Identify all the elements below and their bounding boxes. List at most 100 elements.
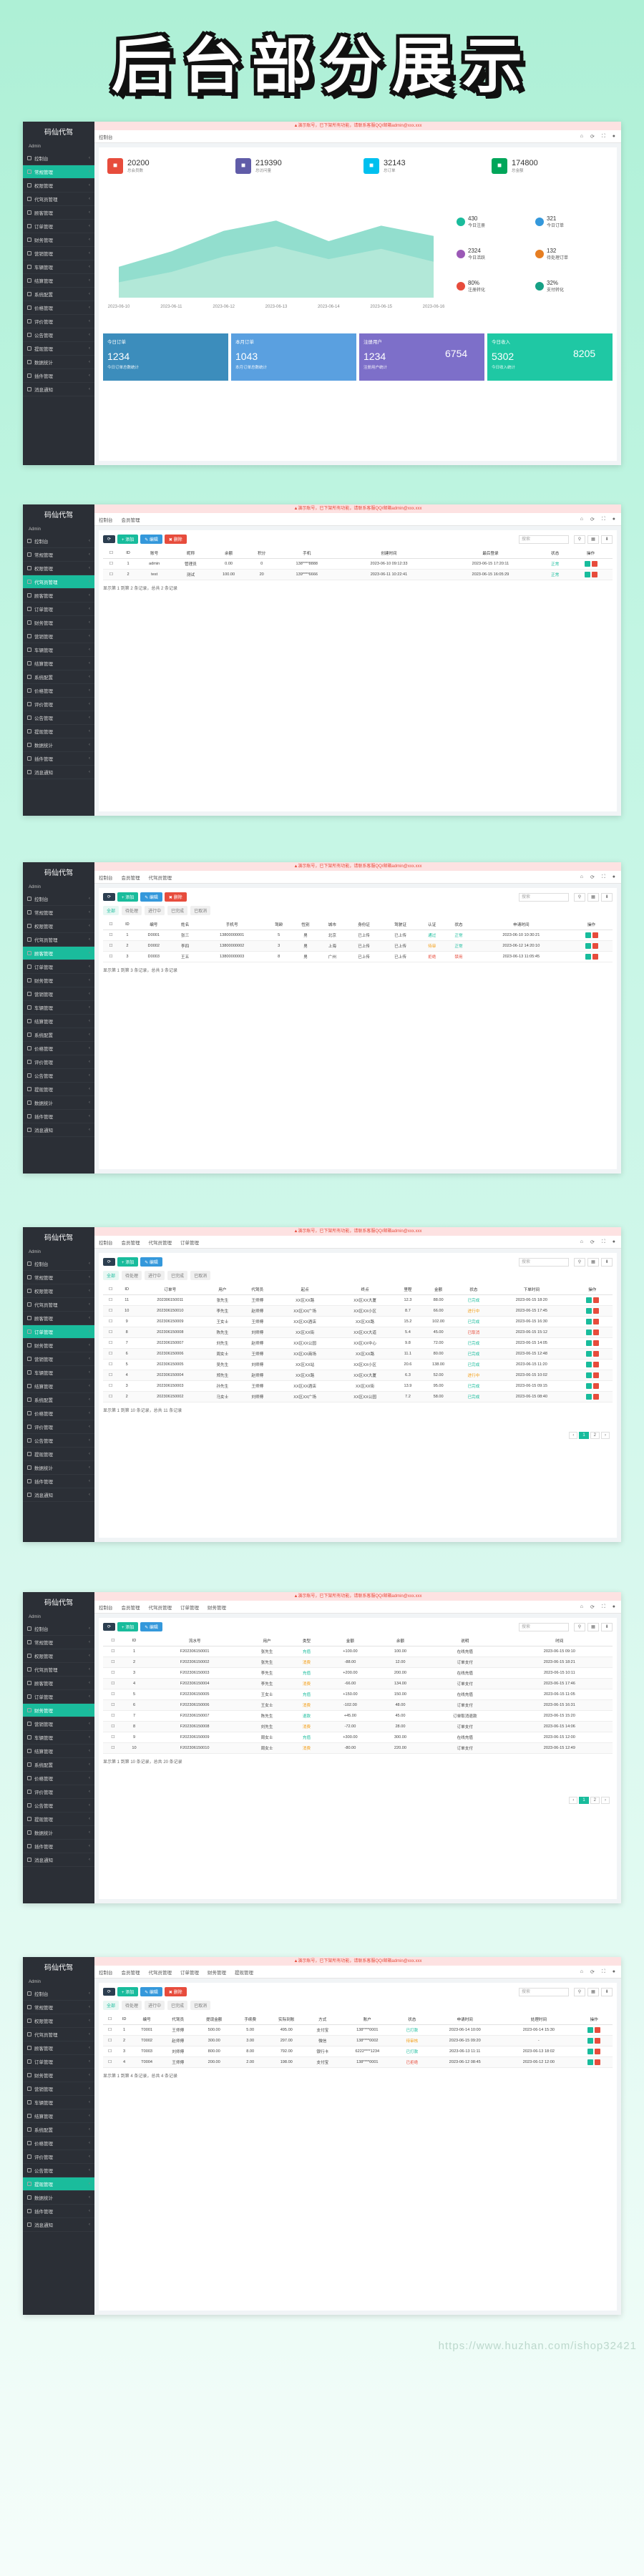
row-checkbox[interactable]: ☐ <box>103 2046 117 2057</box>
sidebar-item-12[interactable]: 评价管理 ‹ <box>23 1420 94 1434</box>
sidebar-item-10[interactable]: 系统配置 ‹ <box>23 1393 94 1407</box>
tab-0[interactable]: 控制台 <box>99 1239 113 1246</box>
sidebar-item-1[interactable]: 常规管理 ‹ <box>23 1636 94 1649</box>
sidebar-item-8[interactable]: 车辆管理 ‹ <box>23 2096 94 2109</box>
add-button[interactable]: + 添加 <box>117 892 139 902</box>
delete-row-button[interactable] <box>591 561 597 567</box>
delete-row-button[interactable] <box>592 943 598 949</box>
row-checkbox[interactable]: ☐ <box>103 1689 123 1700</box>
sidebar-item-12[interactable]: 评价管理 ‹ <box>23 315 94 328</box>
refresh-icon[interactable]: ⟳ <box>590 134 595 140</box>
sidebar-item-15[interactable]: 数据统计 ‹ <box>23 738 94 752</box>
sidebar-item-11[interactable]: 价格管理 ‹ <box>23 301 94 315</box>
sidebar-item-3[interactable]: 代驾员管理 ‹ <box>23 2028 94 2041</box>
avatar[interactable]: ● <box>613 134 615 140</box>
delete-row-button[interactable] <box>595 2059 601 2065</box>
search-icon[interactable]: ⚲ <box>574 1622 585 1631</box>
select-all-checkbox[interactable]: ☐ <box>103 1636 123 1646</box>
sidebar-item-4[interactable]: 顾客管理 ‹ <box>23 1677 94 1690</box>
sidebar-item-3[interactable]: 代驾员管理 ‹ <box>23 933 94 947</box>
search-icon[interactable]: ⚲ <box>574 892 585 902</box>
delete-row-button[interactable] <box>592 1372 599 1378</box>
search-icon[interactable]: ⚲ <box>574 535 585 544</box>
edit-row-button[interactable] <box>587 2027 594 2033</box>
sidebar-item-1[interactable]: 常规管理 ‹ <box>23 548 94 562</box>
edit-row-button[interactable] <box>584 572 590 577</box>
refresh-icon[interactable]: ⟳ <box>590 1604 595 1610</box>
columns-icon[interactable]: ▦ <box>587 535 599 544</box>
sidebar-item-15[interactable]: 数据统计 ‹ <box>23 356 94 369</box>
fullscreen-icon[interactable]: ⛶ <box>602 517 605 522</box>
page-button[interactable]: 1 <box>579 1432 589 1439</box>
row-checkbox[interactable]: ☐ <box>103 1657 123 1668</box>
home-icon[interactable]: ⌂ <box>580 874 583 880</box>
edit-row-button[interactable] <box>585 1319 592 1324</box>
table-row[interactable]: ☐ 5 202306150005 吴先生 刘师傅 XX区XX站 XX区XX小区 20.6 138… <box>103 1359 613 1370</box>
sidebar-item-11[interactable]: 价格管理 ‹ <box>23 1042 94 1055</box>
sidebar-item-12[interactable]: 评价管理 ‹ <box>23 2150 94 2164</box>
sidebar-item-12[interactable]: 评价管理 ‹ <box>23 1785 94 1799</box>
sidebar-item-11[interactable]: 价格管理 ‹ <box>23 1772 94 1785</box>
table-row[interactable]: ☐ 11 202306150011 张先生 王师傅 XX区XX路 XX区XX大厦 12.3 88… <box>103 1294 613 1306</box>
sidebar-item-6[interactable]: 财务管理 ‹ <box>23 974 94 987</box>
sidebar-item-0[interactable]: 控制台 ‹ <box>23 1257 94 1271</box>
sidebar-item-10[interactable]: 系统配置 ‹ <box>23 1758 94 1772</box>
table-row[interactable]: ☐ 5 F202306150005 王女士 充值 +150.00 150.00 在线充值 202… <box>103 1689 613 1700</box>
page-button[interactable]: › <box>601 1432 610 1439</box>
avatar[interactable]: ● <box>613 1604 615 1610</box>
delete-row-button[interactable] <box>591 572 597 577</box>
sidebar-item-17[interactable]: 消息通知 ‹ <box>23 2218 94 2232</box>
edit-button[interactable]: ✎ 编辑 <box>140 892 162 902</box>
fullscreen-icon[interactable]: ⛶ <box>602 1604 605 1610</box>
sidebar-item-9[interactable]: 结算管理 ‹ <box>23 1015 94 1028</box>
filter-tab-3[interactable]: 已完成 <box>167 1271 188 1280</box>
tab-2[interactable]: 代驾员管理 <box>149 1604 172 1611</box>
page-button[interactable]: ‹ <box>569 1797 578 1804</box>
sidebar-item-1[interactable]: 常规管理 ‹ <box>23 1271 94 1284</box>
search-input[interactable]: 搜索 <box>519 1257 569 1267</box>
sidebar-item-17[interactable]: 消息通知 ‹ <box>23 1123 94 1137</box>
table-row[interactable]: ☐ 7 202306150007 刘先生 赵师傅 XX区XX公园 XX区XX中心 9.8 72.… <box>103 1337 613 1349</box>
edit-row-button[interactable] <box>585 1362 592 1367</box>
table-row[interactable]: ☐ 6 F202306150006 王女士 消费 -102.00 48.00 订单支付 2023… <box>103 1699 613 1711</box>
page-button[interactable]: › <box>601 1797 610 1804</box>
tab-3[interactable]: 订单管理 <box>180 1239 199 1246</box>
table-row[interactable]: ☐ 3 D0003 王五 13800000003 8 男广州 已上传 已上传 拒绝 禁用 2023-0… <box>103 951 613 962</box>
filter-tab-4[interactable]: 已取消 <box>190 906 211 915</box>
select-all-checkbox[interactable]: ☐ <box>103 1284 119 1295</box>
row-checkbox[interactable]: ☐ <box>103 1678 123 1689</box>
edit-row-button[interactable] <box>585 954 591 960</box>
delete-row-button[interactable] <box>595 2027 601 2033</box>
sidebar-item-7[interactable]: 营销管理 ‹ <box>23 630 94 643</box>
sidebar-item-5[interactable]: 订单管理 ‹ <box>23 602 94 616</box>
sidebar-item-11[interactable]: 价格管理 ‹ <box>23 2137 94 2150</box>
sidebar-item-8[interactable]: 车辆管理 ‹ <box>23 1001 94 1015</box>
refresh-icon[interactable]: ⟳ <box>590 1969 595 1975</box>
row-checkbox[interactable]: ☐ <box>103 1294 119 1306</box>
tab-2[interactable]: 代驾员管理 <box>149 874 172 881</box>
sidebar-item-14[interactable]: 提现管理 ‹ <box>23 1813 94 1826</box>
sidebar-item-10[interactable]: 系统配置 ‹ <box>23 288 94 301</box>
sidebar-item-0[interactable]: 控制台 ‹ <box>23 535 94 548</box>
sidebar-item-3[interactable]: 代驾员管理 ‹ <box>23 1663 94 1677</box>
export-icon[interactable]: ⬇ <box>601 1987 613 1996</box>
edit-row-button[interactable] <box>585 932 591 938</box>
delete-row-button[interactable] <box>592 932 598 938</box>
row-checkbox[interactable]: ☐ <box>103 2024 117 2036</box>
delete-button[interactable]: ✖ 删除 <box>164 1987 187 1996</box>
search-input[interactable]: 搜索 <box>519 1622 569 1631</box>
delete-row-button[interactable] <box>592 1394 599 1400</box>
refresh-button[interactable]: ⟳ <box>103 1258 116 1266</box>
sidebar-item-16[interactable]: 插件管理 ‹ <box>23 1110 94 1123</box>
sidebar-item-4[interactable]: 顾客管理 ‹ <box>23 589 94 602</box>
row-checkbox[interactable]: ☐ <box>103 558 119 570</box>
sidebar-item-6[interactable]: 财务管理 ‹ <box>23 233 94 247</box>
avatar[interactable]: ● <box>613 1969 615 1975</box>
sidebar-item-15[interactable]: 数据统计 ‹ <box>23 2191 94 2205</box>
delete-row-button[interactable] <box>595 2038 601 2044</box>
sidebar-item-4[interactable]: 顾客管理 ‹ <box>23 2041 94 2055</box>
sidebar-item-0[interactable]: 控制台 ‹ <box>23 892 94 906</box>
row-checkbox[interactable]: ☐ <box>103 1380 119 1392</box>
table-row[interactable]: ☐ 10 F202306150010 周女士 消费 -80.00 220.00 订单支付 202… <box>103 1742 613 1754</box>
filter-tab-1[interactable]: 待处理 <box>122 906 142 915</box>
